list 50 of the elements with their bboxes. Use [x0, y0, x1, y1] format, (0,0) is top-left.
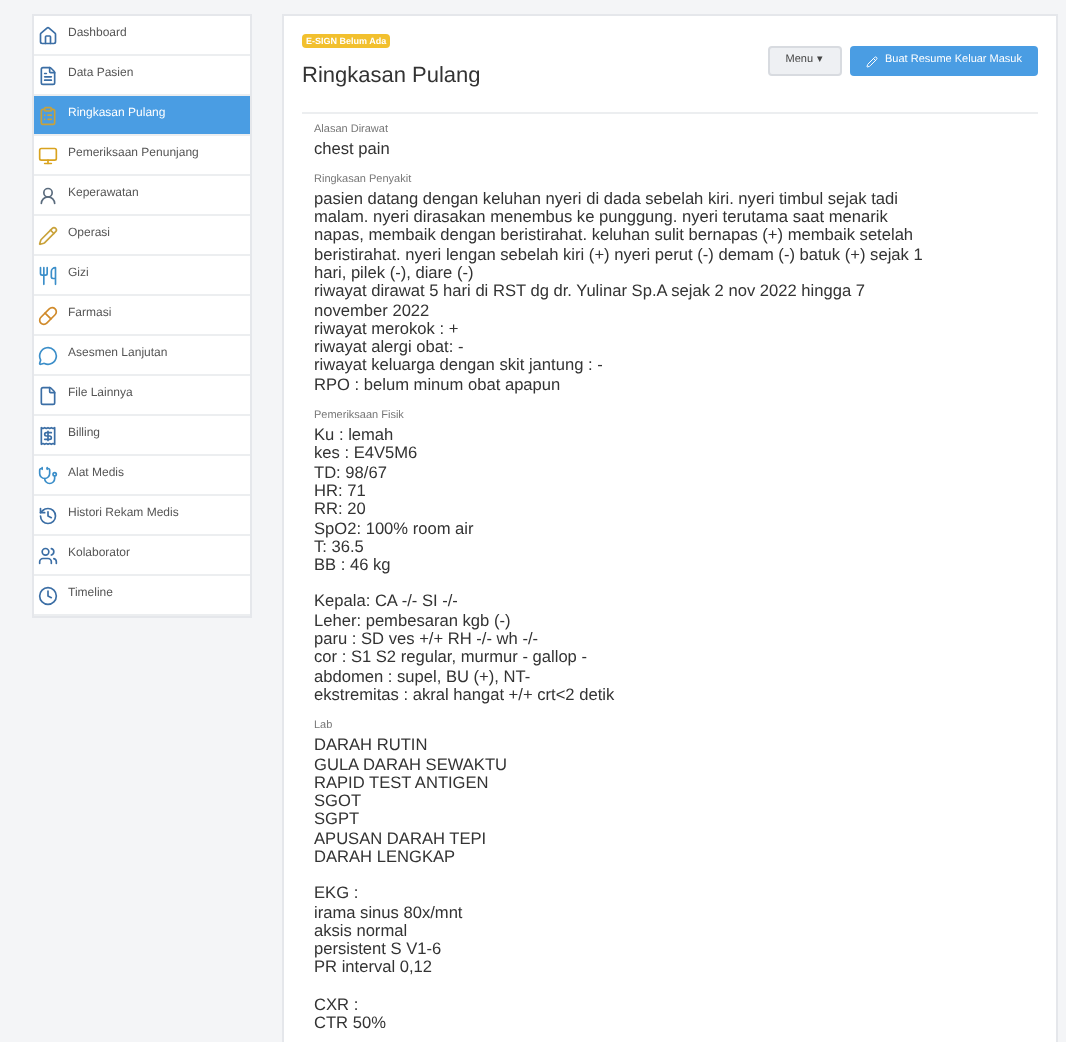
pencil-icon	[865, 55, 878, 67]
field-text: Leher: pembesaran kgb (-)	[314, 611, 511, 630]
person-icon	[38, 185, 58, 205]
receipt-icon	[38, 425, 58, 445]
pill-icon	[38, 305, 58, 325]
field-text: CXR :	[314, 995, 361, 1015]
field-text: T: 36.5	[314, 537, 366, 557]
field-text: Kepala: CA -/- SI -/-	[314, 592, 460, 612]
speech-bubble-icon	[38, 345, 58, 365]
field-text: HR: 71	[314, 481, 368, 501]
stethoscope-icon	[38, 465, 58, 485]
field-text: persistent S V1-6	[314, 940, 444, 959]
history-icon	[38, 505, 58, 525]
house-icon	[38, 25, 58, 45]
field-text: RPO : belum minum obat apapun	[314, 375, 561, 395]
field-text: RR: 20	[314, 500, 368, 520]
field-text: riwayat merokok : +	[314, 319, 461, 339]
field-text: paru : SD ves +/+ RH -/- wh -/-	[314, 630, 541, 649]
field-text: TD: 98/67	[314, 463, 389, 482]
clipboard-icon	[38, 105, 58, 125]
field-text: APUSAN DARAH TEPI	[314, 829, 489, 848]
field-text: SGOT	[314, 792, 364, 811]
field-text: cor : S1 S2 regular, murmur - gallop -	[314, 648, 589, 668]
field-text: BB : 46 kg	[314, 556, 393, 575]
people-icon	[38, 545, 58, 565]
monitor-icon	[38, 145, 58, 165]
field-text: PR interval 0,12	[314, 958, 435, 978]
field-text: riwayat keluarga dengan skit jantung : -	[314, 356, 605, 376]
pencil-icon	[38, 225, 58, 245]
field-text: SGPT	[314, 810, 362, 830]
field-text: aksis normal	[314, 921, 410, 941]
field-text: chest pain	[314, 139, 392, 158]
field-text: riwayat alergi obat: -	[314, 338, 466, 357]
field-text: kes : E4V5M6	[314, 444, 420, 464]
field-text: DARAH LENGKAP	[314, 848, 458, 867]
clock-icon	[38, 585, 58, 605]
field-text: abdomen : supel, BU (+), NT-	[314, 667, 533, 686]
field-text: GULA DARAH SEWAKTU	[314, 755, 510, 774]
field-text: irama sinus 80x/mnt	[314, 903, 465, 922]
field-text: SpO2: 100% room air	[314, 519, 476, 538]
field-text: ekstremitas : akral hangat +/+ crt<2 detik	[314, 685, 617, 705]
field-text: DARAH RUTIN	[314, 736, 430, 756]
field-text: RAPID TEST ANTIGEN	[314, 773, 491, 793]
field-text: Ku : lemah	[314, 426, 396, 445]
field-text: pasien datang dengan keluhan nyeri di dada sebelah kiri. nyeri timbul sejak tadi malam. nyeri dirasakan menembus ke punggung. nyeri terutama saat menarik napas, membaik dengan beristirahat. keluhan sulit bernapas (+) membaik setelah beristirahat. nyeri lengan sebelah kiri (+) nyeri perut (-) demam (-) batuk (+) sejak 1 hari, pilek (-), diare (-)	[314, 189, 925, 283]
file-icon	[38, 385, 58, 405]
document-icon	[38, 65, 58, 85]
field-text: EKG :	[314, 884, 361, 904]
field-text: CTR 50%	[314, 1014, 388, 1033]
page-title: Ringkasan Pulang	[302, 62, 481, 92]
